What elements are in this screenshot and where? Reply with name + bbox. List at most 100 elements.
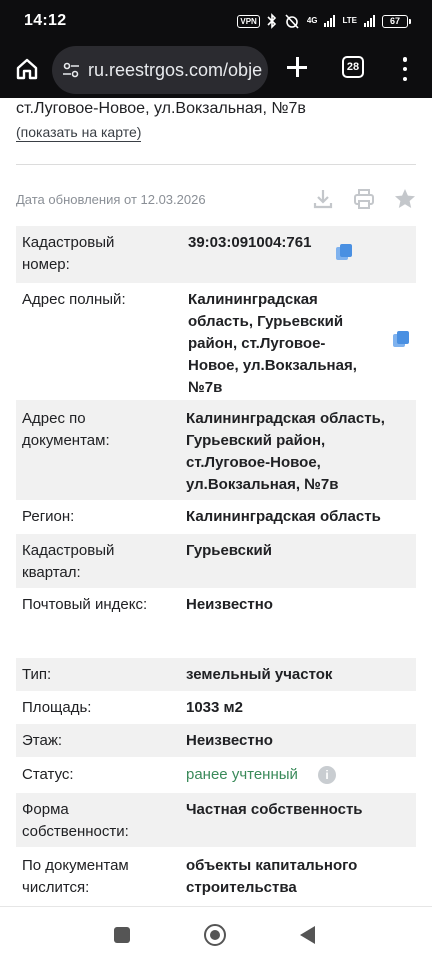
- nav-home-button[interactable]: [204, 924, 226, 946]
- row-label-line: Адрес полный:: [22, 291, 126, 308]
- row-value: Неизвестно: [186, 730, 273, 752]
- row-label: Адрес полный:: [22, 289, 126, 311]
- row-label-line: квартал:: [22, 564, 81, 581]
- star-icon[interactable]: [393, 187, 417, 211]
- table-row: Кадастровый номер: 39:03:091004:761: [16, 226, 416, 283]
- row-value-line: 1033 м2: [186, 699, 243, 716]
- row-label-line: Адрес по: [22, 410, 86, 427]
- row-value: ранее учтенный: [186, 764, 298, 786]
- vpn-icon: VPN: [237, 14, 260, 28]
- tabs-icon[interactable]: 28: [342, 56, 364, 78]
- row-label: Статус:: [22, 764, 74, 786]
- row-label-line: Кадастровый: [22, 234, 115, 251]
- row-label-line: Регион:: [22, 508, 75, 525]
- row-label: Форма собственности:: [22, 799, 129, 843]
- nav-back-button[interactable]: [300, 926, 315, 944]
- row-label-line: По документам: [22, 857, 129, 874]
- overflow-menu-icon[interactable]: [395, 57, 415, 81]
- browser-toolbar: ru.reestrgos.com/obje 28: [0, 42, 432, 98]
- row-label-line: номер:: [22, 256, 70, 273]
- row-value-line: Калининградская область: [186, 508, 381, 525]
- network-type-icon: 4G: [306, 16, 318, 25]
- address-bar[interactable]: ru.reestrgos.com/obje: [52, 46, 268, 94]
- recent-apps-button[interactable]: [114, 927, 130, 943]
- row-value-line: Неизвестно: [186, 596, 273, 613]
- bluetooth-icon: [267, 13, 276, 29]
- row-label: Кадастровый номер:: [22, 232, 114, 276]
- table-row: Этаж: Неизвестно: [16, 724, 416, 757]
- row-value[interactable]: Калининградская область, Гурьевский район,…: [188, 289, 357, 399]
- row-value-line: область, Гурьевский: [188, 313, 344, 330]
- volte-icon: LTE: [342, 16, 357, 25]
- row-value-line: Неизвестно: [186, 732, 273, 749]
- page-content: ст.Луговое-Новое, ул.Вокзальная, №7в (по…: [0, 98, 432, 906]
- row-value-line: Калининградская область,: [186, 410, 385, 427]
- row-value-line: Новое, ул.Вокзальная,: [188, 357, 357, 374]
- row-label: Адрес по документам:: [22, 408, 110, 452]
- row-label-line: Почтовый индекс:: [22, 596, 148, 613]
- row-value: 1033 м2: [186, 697, 243, 719]
- row-value-line: Частная собственность: [186, 801, 363, 818]
- row-label: Этаж:: [22, 730, 62, 752]
- show-on-map-link[interactable]: (показать на карте): [16, 124, 142, 142]
- row-label-line: Форма: [22, 801, 69, 818]
- system-nav-bar: [0, 906, 432, 960]
- row-label-line: собственности:: [22, 823, 129, 840]
- table-row: Тип: земельный участок: [16, 658, 416, 691]
- row-value: Неизвестно: [186, 594, 273, 616]
- home-icon[interactable]: [14, 56, 40, 82]
- address-header: ст.Луговое-Новое, ул.Вокзальная, №7в: [16, 100, 306, 117]
- row-value: земельный участок: [186, 664, 332, 686]
- row-label-line: документам:: [22, 432, 110, 449]
- row-label-line: Статус:: [22, 766, 74, 783]
- row-value[interactable]: 39:03:091004:761: [188, 232, 311, 254]
- table-row: Адрес по документам: Калининградская облас…: [16, 400, 416, 500]
- update-date: Дата обновления от 12.03.2026: [16, 192, 206, 207]
- row-label: Почтовый индекс:: [22, 594, 147, 616]
- print-icon[interactable]: [352, 187, 376, 211]
- signal-icon: [324, 15, 336, 27]
- row-value: Частная собственность: [186, 799, 363, 821]
- row-label-line: Этаж:: [22, 732, 63, 749]
- row-value: Калининградская область: [186, 506, 381, 528]
- row-value-line: район, ст.Луговое-: [188, 335, 326, 352]
- table-row: Форма собственности: Частная собственность: [16, 793, 416, 847]
- row-label-line: Кадастровый: [22, 542, 115, 559]
- signal-icon-2: [364, 15, 375, 27]
- row-label-line: числится:: [22, 879, 90, 896]
- row-value-line: Гурьевский район,: [186, 432, 326, 449]
- row-label: Кадастровый квартал:: [22, 540, 114, 584]
- row-value-line: строительства: [186, 879, 297, 896]
- plus-icon[interactable]: [284, 54, 310, 80]
- row-value: Калининградская область, Гурьевский район…: [186, 408, 385, 496]
- row-value-line: 39:03:091004:761: [188, 234, 312, 251]
- row-value-line: Гурьевский: [186, 542, 272, 559]
- row-value-line: ранее учтенный: [186, 766, 298, 783]
- row-value-line: Калининградская: [188, 291, 318, 308]
- download-icon[interactable]: [311, 187, 335, 211]
- row-value-line: земельный участок: [186, 666, 333, 683]
- row-label: По документам числится:: [22, 855, 129, 899]
- alarm-off-icon: [285, 14, 299, 29]
- row-value-line: ул.Вокзальная, №7в: [186, 476, 339, 493]
- tune-icon[interactable]: [62, 61, 80, 79]
- url-text[interactable]: ru.reestrgos.com/obje: [88, 60, 262, 81]
- status-bar: 14:12 VPN 4G LTE 67: [0, 0, 432, 42]
- info-icon[interactable]: i: [318, 766, 336, 784]
- copy-icon[interactable]: [391, 329, 411, 349]
- row-label: Регион:: [22, 506, 74, 528]
- table-row: Регион: Калининградская область: [16, 500, 416, 534]
- row-value: Гурьевский: [186, 540, 272, 562]
- row-value: объекты капитального строительства: [186, 855, 357, 899]
- table-row: Статус: ранее учтенный i: [16, 757, 416, 793]
- row-label-line: Площадь:: [22, 699, 92, 716]
- battery-icon: 67: [382, 14, 411, 28]
- table-row: Кадастровый квартал: Гурьевский: [16, 534, 416, 588]
- row-label: Площадь:: [22, 697, 91, 719]
- row-value-line: ст.Луговое-Новое,: [186, 454, 321, 471]
- divider: [16, 164, 416, 165]
- table-row: Почтовый индекс: Неизвестно: [16, 588, 416, 622]
- row-value-line: №7в: [188, 379, 223, 396]
- copy-icon[interactable]: [334, 242, 354, 262]
- row-value-line: объекты капитального: [186, 857, 358, 874]
